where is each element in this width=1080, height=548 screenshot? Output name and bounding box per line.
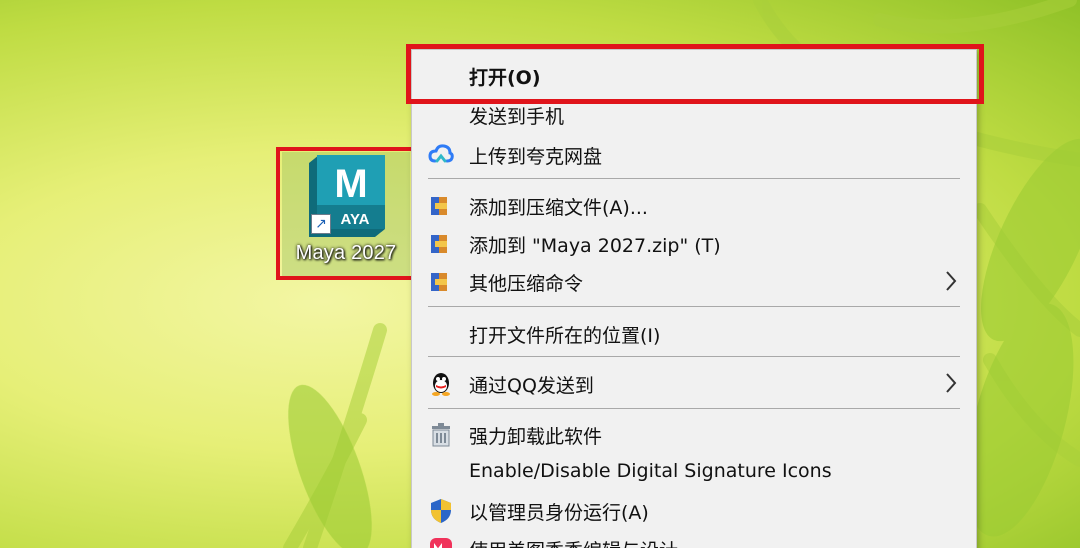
menu-item-label: 使用美图秀秀编辑与设计 [469,536,678,548]
menu-item-add-to-archive[interactable]: 添加到压缩文件(A)... [412,186,978,224]
menu-item-open-file-location[interactable]: 打开文件所在的位置(I) [412,314,978,352]
menu-item-label: 添加到 "Maya 2027.zip" (T) [469,235,721,257]
chevron-right-icon [946,373,957,393]
uac-shield-icon [431,499,451,523]
annotation-highlight-open [406,44,984,104]
context-menu: 打开(O) 发送到手机 上传到夸克网盘 添加到压缩文件(A)... 添加到 "M… [411,49,977,548]
menu-separator [428,306,960,307]
qq-penguin-icon [432,373,450,396]
menu-item-other-compress[interactable]: 其他压缩命令 [412,262,978,300]
menu-separator [428,178,960,179]
trash-bin-icon [432,423,450,447]
menu-item-label: 通过QQ发送到 [469,375,594,397]
menu-item-digital-signature-icons[interactable]: Enable/Disable Digital Signature Icons [412,453,978,491]
menu-item-label: 其他压缩命令 [469,273,584,295]
menu-item-run-as-admin[interactable]: 以管理员身份运行(A) [412,491,978,529]
menu-item-label: 强力卸载此软件 [469,426,603,448]
menu-item-label: 以管理员身份运行(A) [469,502,649,524]
menu-item-label: 发送到手机 [469,106,565,128]
menu-item-send-via-qq[interactable]: 通过QQ发送到 [412,364,978,402]
menu-separator [428,356,960,357]
quark-cloud-icon [428,144,454,163]
winrar-archive-icon [431,197,447,215]
menu-item-label: 添加到压缩文件(A)... [469,197,648,219]
winrar-archive-icon [431,235,447,253]
menu-item-label: 打开文件所在的位置(I) [469,325,661,347]
menu-item-label: Enable/Disable Digital Signature Icons [469,460,832,482]
meitu-icon [430,538,452,548]
menu-separator [428,408,960,409]
menu-item-meitu-edit[interactable]: 使用美图秀秀编辑与设计 [412,529,978,548]
annotation-highlight-shortcut [276,147,415,280]
chevron-right-icon [946,271,957,291]
menu-item-add-to-zip[interactable]: 添加到 "Maya 2027.zip" (T) [412,224,978,262]
winrar-archive-icon [431,273,447,291]
menu-item-label: 上传到夸克网盘 [469,146,603,168]
menu-item-force-uninstall[interactable]: 强力卸载此软件 [412,415,978,453]
menu-item-upload-quark[interactable]: 上传到夸克网盘 [412,135,978,173]
